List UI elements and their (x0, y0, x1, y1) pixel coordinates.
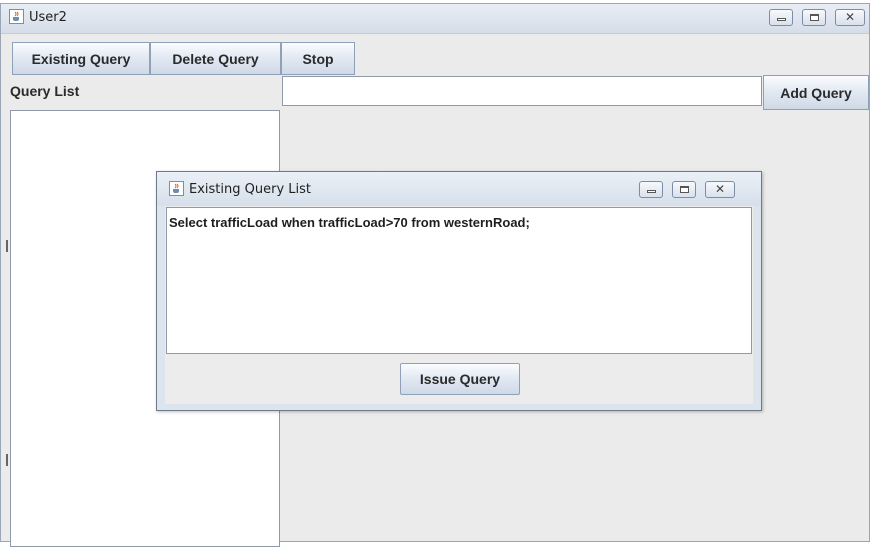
query-input[interactable] (282, 76, 762, 106)
window-edge-mark (6, 240, 8, 252)
main-titlebar[interactable]: User2 ✕ (1, 4, 869, 34)
query-list-label: Query List (10, 83, 80, 99)
main-window-title: User2 (29, 10, 67, 25)
existing-query-button[interactable]: Existing Query (12, 42, 150, 75)
window-edge-mark (6, 454, 8, 466)
minimize-button[interactable] (769, 9, 793, 26)
minimize-icon (647, 190, 656, 193)
minimize-icon (777, 18, 786, 21)
close-icon: ✕ (714, 182, 726, 196)
maximize-icon (680, 186, 689, 193)
maximize-button[interactable] (802, 9, 826, 26)
java-cup-icon (9, 9, 24, 24)
existing-query-list-dialog: Existing Query List ✕ Select trafficLoad… (156, 171, 762, 411)
dialog-title: Existing Query List (189, 182, 311, 197)
issue-query-button[interactable]: Issue Query (400, 363, 520, 395)
dialog-minimize-button[interactable] (639, 181, 663, 198)
close-button[interactable]: ✕ (835, 9, 865, 26)
stop-button[interactable]: Stop (281, 42, 355, 75)
add-query-button[interactable]: Add Query (763, 75, 869, 110)
query-text-area[interactable]: Select trafficLoad when trafficLoad>70 f… (166, 207, 752, 354)
dialog-body: Select trafficLoad when trafficLoad>70 f… (165, 206, 753, 404)
delete-query-button[interactable]: Delete Query (150, 42, 281, 75)
java-cup-icon (169, 181, 184, 196)
dialog-close-button[interactable]: ✕ (705, 181, 735, 198)
dialog-titlebar[interactable]: Existing Query List ✕ (157, 172, 761, 206)
dialog-maximize-button[interactable] (672, 181, 696, 198)
close-icon: ✕ (844, 10, 856, 24)
maximize-icon (810, 14, 819, 21)
